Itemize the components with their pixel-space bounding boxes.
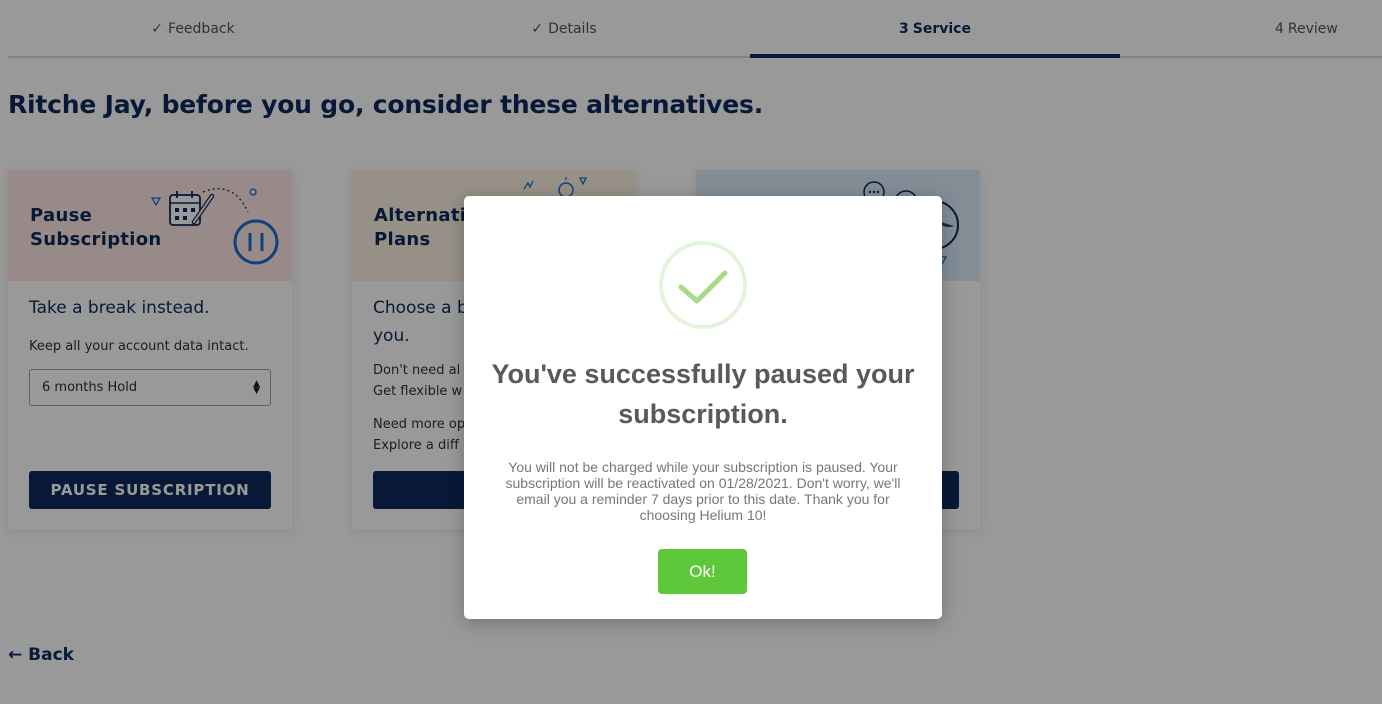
ok-button[interactable]: Ok!: [658, 549, 747, 594]
checkmark-icon: [678, 270, 728, 304]
dialog-title: You've successfully paused your subscrip…: [491, 359, 915, 429]
success-dialog: You've successfully paused your subscrip…: [464, 196, 942, 619]
dialog-message: You will not be charged while your subsc…: [505, 459, 901, 523]
